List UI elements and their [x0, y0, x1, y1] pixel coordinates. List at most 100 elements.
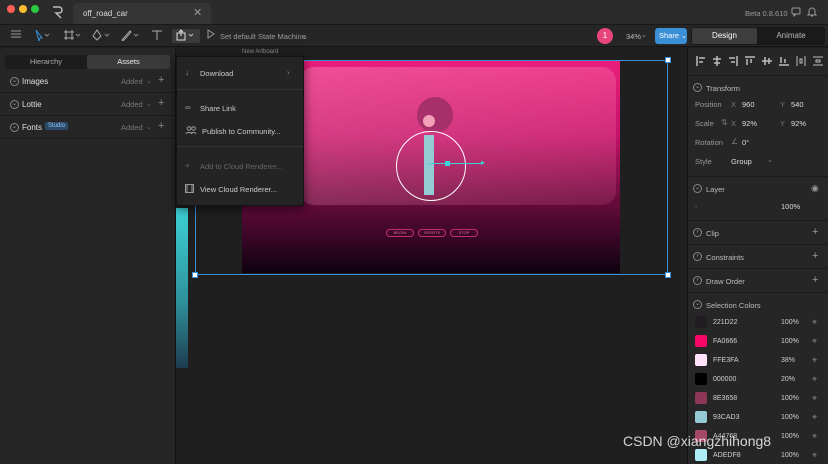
artboard-tool-icon[interactable]	[62, 29, 82, 43]
close-window-button[interactable]	[7, 5, 15, 13]
share-button[interactable]: Share ⌄	[655, 28, 687, 44]
scale-lock-icon[interactable]: ⇅	[721, 118, 728, 127]
align-bottom-icon[interactable]	[779, 56, 789, 66]
menu-item-download[interactable]: ↓ Download ›	[177, 62, 303, 84]
selection-color-row[interactable]: ADEDF8 100% ⌖	[688, 447, 828, 464]
color-swatch[interactable]	[695, 373, 707, 385]
selection-color-row[interactable]: 000000 20% ⌖	[688, 371, 828, 389]
color-hex-value[interactable]: 000000	[713, 376, 736, 383]
menu-item-view-cloud-renderer[interactable]: View Cloud Renderer...	[177, 178, 303, 200]
select-target-icon[interactable]: ⌖	[812, 355, 817, 366]
add-asset-icon[interactable]: +	[158, 120, 164, 132]
color-swatch[interactable]	[695, 354, 707, 366]
color-hex-value[interactable]: FFE3FA	[713, 357, 739, 364]
color-hex-value[interactable]: ADEDF8	[713, 452, 741, 459]
share-export-tool-button[interactable]	[172, 29, 200, 43]
play-icon[interactable]	[206, 29, 216, 43]
align-top-icon[interactable]	[745, 56, 755, 66]
animate-mode-tab[interactable]: Animate	[758, 28, 824, 44]
color-hex-value[interactable]: 8E3658	[713, 395, 737, 402]
color-swatch[interactable]	[695, 316, 707, 328]
select-target-icon[interactable]: ⌖	[812, 317, 817, 328]
added-dropdown[interactable]: Added	[121, 100, 143, 109]
selection-color-row[interactable]: 93CAD3 100% ⌖	[688, 409, 828, 427]
color-swatch[interactable]	[695, 449, 707, 461]
state-machine-chevron-down-icon[interactable]: ⌄	[302, 32, 308, 41]
pen-tool-icon[interactable]	[91, 29, 111, 43]
add-draw-order-icon[interactable]: +	[812, 274, 818, 286]
maximize-window-button[interactable]	[31, 5, 39, 13]
feedback-icon[interactable]	[791, 7, 801, 18]
rotation-input[interactable]: 0°	[742, 138, 749, 147]
resize-handle[interactable]	[665, 272, 671, 278]
add-clip-icon[interactable]: +	[812, 226, 818, 238]
add-asset-icon[interactable]: +	[158, 97, 164, 109]
selection-color-row[interactable]: 221D22 100% ⌖	[688, 314, 828, 332]
design-mode-tab[interactable]: Design	[692, 28, 757, 44]
app-logo-icon[interactable]	[51, 5, 63, 19]
selection-colors-section-header[interactable]: ⌄ Selection Colors	[688, 292, 828, 316]
align-center-v-icon[interactable]	[762, 56, 772, 66]
text-tool-icon[interactable]	[150, 29, 164, 43]
zoom-level[interactable]: 34%	[626, 32, 641, 41]
color-opacity-value[interactable]: 100%	[781, 433, 799, 440]
distribute-vertical-icon[interactable]	[813, 56, 823, 66]
color-hex-value[interactable]: 93CAD3	[713, 414, 739, 421]
assets-row-images[interactable]: ⌄ Images Added ⌄ +	[0, 71, 175, 93]
chevron-down-icon[interactable]: ⌄	[10, 100, 19, 109]
transform-section-header[interactable]: ⌄ Transform	[688, 75, 828, 99]
chevron-down-icon[interactable]: ⌄	[10, 77, 19, 86]
color-opacity-value[interactable]: 100%	[781, 338, 799, 345]
constraints-section-header[interactable]: › Constraints +	[688, 244, 828, 268]
color-swatch[interactable]	[695, 411, 707, 423]
notifications-bell-icon[interactable]	[806, 7, 818, 17]
color-opacity-value[interactable]: 100%	[781, 319, 799, 326]
zoom-chevron-down-icon[interactable]: ⌄	[641, 31, 647, 39]
shape-tool-icon[interactable]	[120, 29, 140, 43]
select-target-icon[interactable]: ⌖	[812, 450, 817, 461]
chevron-down-icon[interactable]: ⌄	[10, 123, 19, 132]
add-asset-icon[interactable]: +	[158, 74, 164, 86]
select-target-icon[interactable]: ⌖	[812, 374, 817, 385]
pos-x-input[interactable]: 960	[742, 100, 755, 109]
selection-color-row[interactable]: 8E3658 100% ⌖	[688, 390, 828, 408]
align-right-icon[interactable]	[728, 56, 738, 66]
resize-handle[interactable]	[665, 57, 671, 63]
tab-hierarchy[interactable]: Hierarchy	[5, 55, 87, 69]
chevron-down-icon[interactable]: ⌄	[693, 184, 702, 193]
eye-icon[interactable]: ◉	[811, 183, 819, 194]
select-tool-icon[interactable]	[33, 29, 51, 43]
color-opacity-value[interactable]: 20%	[781, 376, 795, 383]
added-dropdown[interactable]: Added	[121, 77, 143, 86]
menu-item-share-link[interactable]: ∞ Share Link	[177, 97, 303, 119]
document-tab[interactable]: off_road_car ✕	[73, 3, 211, 24]
minimize-window-button[interactable]	[19, 5, 27, 13]
color-opacity-value[interactable]: 100%	[781, 452, 799, 459]
tab-assets[interactable]: Assets	[87, 55, 170, 69]
color-hex-value[interactable]: FA0666	[713, 338, 737, 345]
color-hex-value[interactable]: 221D22	[713, 319, 738, 326]
selection-color-row[interactable]: FFE3FA 38% ⌖	[688, 352, 828, 370]
color-swatch[interactable]	[695, 392, 707, 404]
style-select[interactable]: Group	[731, 157, 752, 166]
hamburger-menu-icon[interactable]	[9, 29, 23, 43]
chevron-down-icon[interactable]: ⌄	[693, 83, 702, 92]
chevron-right-icon[interactable]: ›	[693, 276, 702, 285]
added-dropdown[interactable]: Added	[121, 123, 143, 132]
draw-order-section-header[interactable]: › Draw Order +	[688, 268, 828, 292]
select-target-icon[interactable]: ⌖	[812, 431, 817, 442]
scale-y-input[interactable]: 92%	[791, 119, 806, 128]
select-target-icon[interactable]: ⌖	[812, 393, 817, 404]
color-opacity-value[interactable]: 100%	[781, 414, 799, 421]
align-center-h-icon[interactable]	[712, 56, 722, 66]
chevron-right-icon[interactable]: ›	[693, 252, 702, 261]
select-target-icon[interactable]: ⌖	[812, 336, 817, 347]
select-target-icon[interactable]: ⌖	[812, 412, 817, 423]
chevron-down-icon[interactable]: ⌄	[693, 300, 702, 309]
resize-handle[interactable]	[192, 272, 198, 278]
color-opacity-value[interactable]: 100%	[781, 395, 799, 402]
clip-section-header[interactable]: › Clip +	[688, 220, 828, 244]
state-machine-selector[interactable]: Set default State Machine	[220, 32, 306, 41]
color-opacity-value[interactable]: 38%	[781, 357, 795, 364]
scale-x-input[interactable]: 92%	[742, 119, 757, 128]
